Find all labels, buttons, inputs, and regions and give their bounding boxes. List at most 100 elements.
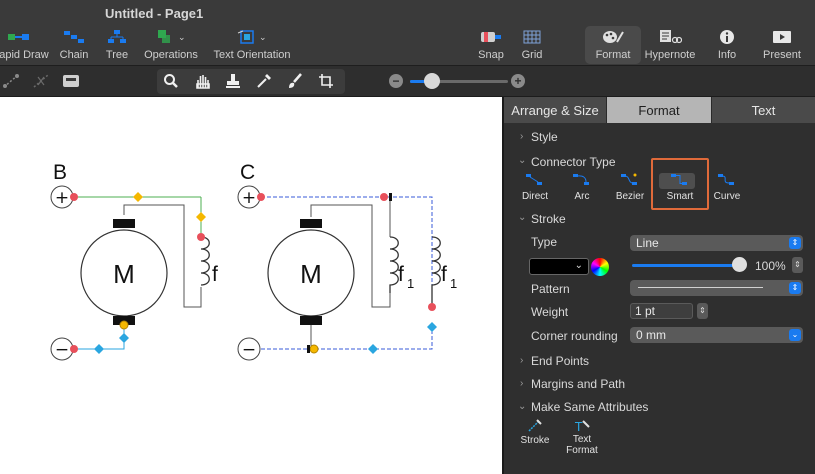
smart-connector-icon — [671, 174, 687, 185]
weight-input[interactable]: 1 pt — [630, 303, 693, 319]
node-blue-diamond[interactable] — [427, 322, 437, 332]
opacity-slider[interactable] — [632, 264, 740, 267]
rapid-draw-button[interactable]: Rapid Draw — [0, 24, 49, 64]
node-yellow[interactable] — [119, 320, 129, 330]
tab-format[interactable]: Format — [607, 97, 712, 123]
node-red[interactable] — [380, 193, 388, 201]
connector-curve-button[interactable]: Curve — [702, 173, 752, 223]
format-button[interactable]: Format — [585, 26, 641, 64]
chevron-right-icon[interactable]: › — [520, 378, 523, 389]
app-window: Untitled - Page1 Rapid Draw Chain Tree ⌄… — [0, 0, 815, 474]
stamp-icon[interactable] — [222, 71, 244, 91]
connector-bezier-button[interactable]: Bezier — [605, 173, 655, 223]
text-format-brush-icon: T — [574, 420, 590, 433]
node-blue-diamond[interactable] — [368, 344, 378, 354]
chevron-down-icon[interactable]: ⌄ — [518, 212, 526, 223]
chevron-down-icon[interactable]: ⌄ — [518, 155, 526, 166]
hand-pan-icon[interactable] — [191, 71, 213, 91]
arc-connector-icon — [573, 174, 589, 185]
connector-tool-icon[interactable] — [0, 71, 22, 91]
opacity-stepper[interactable]: ⇕ — [792, 257, 803, 273]
diagram-canvas[interactable]: B + − f M C + − f 1 f 1 M — [0, 97, 502, 474]
snap-button[interactable]: Snap — [476, 24, 506, 64]
svg-text:⌄: ⌄ — [259, 33, 267, 43]
tab-arrange-size[interactable]: Arrange & Size — [504, 97, 607, 123]
canvas-tools-group — [157, 69, 345, 94]
opacity-slider-thumb[interactable] — [732, 257, 747, 272]
zoom-search-icon[interactable] — [160, 71, 182, 91]
brush-top-b — [113, 219, 135, 228]
select-arrows-icon: ⇕ — [789, 237, 801, 249]
node-yellow-diamond[interactable] — [133, 192, 143, 202]
present-icon — [772, 28, 792, 46]
brush-icon[interactable] — [284, 71, 306, 91]
pattern-select[interactable]: ⇕ — [630, 280, 803, 296]
weight-label: Weight — [531, 305, 569, 319]
section-end-points[interactable]: End Points — [531, 354, 589, 368]
node-black-handle[interactable] — [389, 193, 392, 201]
stroke-type-select[interactable]: Line ⇕ — [630, 235, 803, 251]
crop-icon[interactable] — [315, 71, 337, 91]
zoom-slider-thumb[interactable] — [424, 73, 440, 89]
weight-stepper[interactable]: ⇕ — [697, 303, 708, 319]
info-icon — [719, 28, 735, 46]
node-red[interactable] — [197, 233, 205, 241]
zoom-in-button[interactable]: + — [511, 74, 525, 88]
section-margins-path[interactable]: Margins and Path — [531, 377, 625, 391]
motor-b-label: M — [113, 259, 135, 289]
plus-symbol-b: + — [55, 188, 69, 208]
text-orientation-icon: ⌄ — [235, 28, 269, 46]
node-yellow-diamond[interactable] — [196, 212, 206, 222]
node-red[interactable] — [428, 303, 436, 311]
section-stroke[interactable]: Stroke — [531, 212, 566, 226]
sticky-note-icon[interactable] — [60, 71, 82, 91]
section-style[interactable]: Style — [531, 130, 558, 144]
wire-dashed-bottom[interactable] — [261, 327, 433, 350]
rapid-draw-icon — [8, 28, 32, 46]
pattern-label: Pattern — [531, 282, 570, 296]
chain-button[interactable]: Chain — [57, 24, 91, 64]
text-orientation-button[interactable]: ⌄ Text Orientation — [212, 24, 292, 64]
chevron-down-icon[interactable]: ⌄ — [518, 401, 526, 412]
chain-icon — [63, 28, 85, 46]
eyedropper-icon[interactable] — [253, 71, 275, 91]
chevron-down-icon: ⌄ — [789, 329, 801, 341]
grid-button[interactable]: Grid — [517, 24, 547, 64]
svg-text:T: T — [574, 420, 583, 433]
present-button[interactable]: Present — [760, 24, 804, 64]
node-black-handle[interactable] — [307, 345, 310, 353]
winding-label-f1-b: f — [441, 263, 447, 286]
tree-icon — [107, 28, 127, 46]
node-red[interactable] — [70, 345, 78, 353]
make-same-text-format-button[interactable]: T Text Format — [564, 419, 600, 463]
hypernote-button[interactable]: Hypernote — [640, 24, 700, 64]
pattern-line-preview — [638, 287, 763, 288]
disconnect-tool-icon[interactable] — [30, 71, 52, 91]
operations-button[interactable]: ⌄ Operations — [142, 24, 200, 64]
node-red[interactable] — [70, 193, 78, 201]
node-blue-diamond[interactable] — [94, 344, 104, 354]
section-connector-type[interactable]: Connector Type — [531, 155, 616, 169]
make-same-stroke-button[interactable]: Stroke — [518, 419, 552, 453]
connector-smart-button[interactable]: Smart — [655, 173, 705, 223]
chevron-right-icon[interactable]: › — [520, 131, 523, 142]
node-yellow[interactable] — [309, 344, 319, 354]
corner-rounding-select[interactable]: 0 mm ⌄ — [630, 327, 803, 343]
section-make-same[interactable]: Make Same Attributes — [531, 400, 648, 414]
document-title: Untitled - Page1 — [105, 6, 204, 21]
color-wheel-icon[interactable] — [591, 258, 609, 276]
palette-icon — [602, 28, 624, 46]
type-label: Type — [531, 235, 558, 249]
brush-bottom-c — [300, 316, 322, 325]
node-red[interactable] — [257, 193, 265, 201]
field-winding-c2 — [431, 236, 441, 307]
minus-symbol-c: − — [242, 340, 256, 360]
tab-text[interactable]: Text — [712, 97, 815, 123]
info-button[interactable]: Info — [712, 24, 742, 64]
tree-button[interactable]: Tree — [100, 24, 134, 64]
node-blue-diamond[interactable] — [119, 333, 129, 343]
chevron-right-icon[interactable]: › — [520, 355, 523, 366]
motor-diagram: B + − f M C + − f 1 f 1 M — [50, 161, 457, 361]
zoom-out-button[interactable]: − — [389, 74, 403, 88]
stroke-color-well[interactable]: ⌄ — [529, 258, 589, 275]
